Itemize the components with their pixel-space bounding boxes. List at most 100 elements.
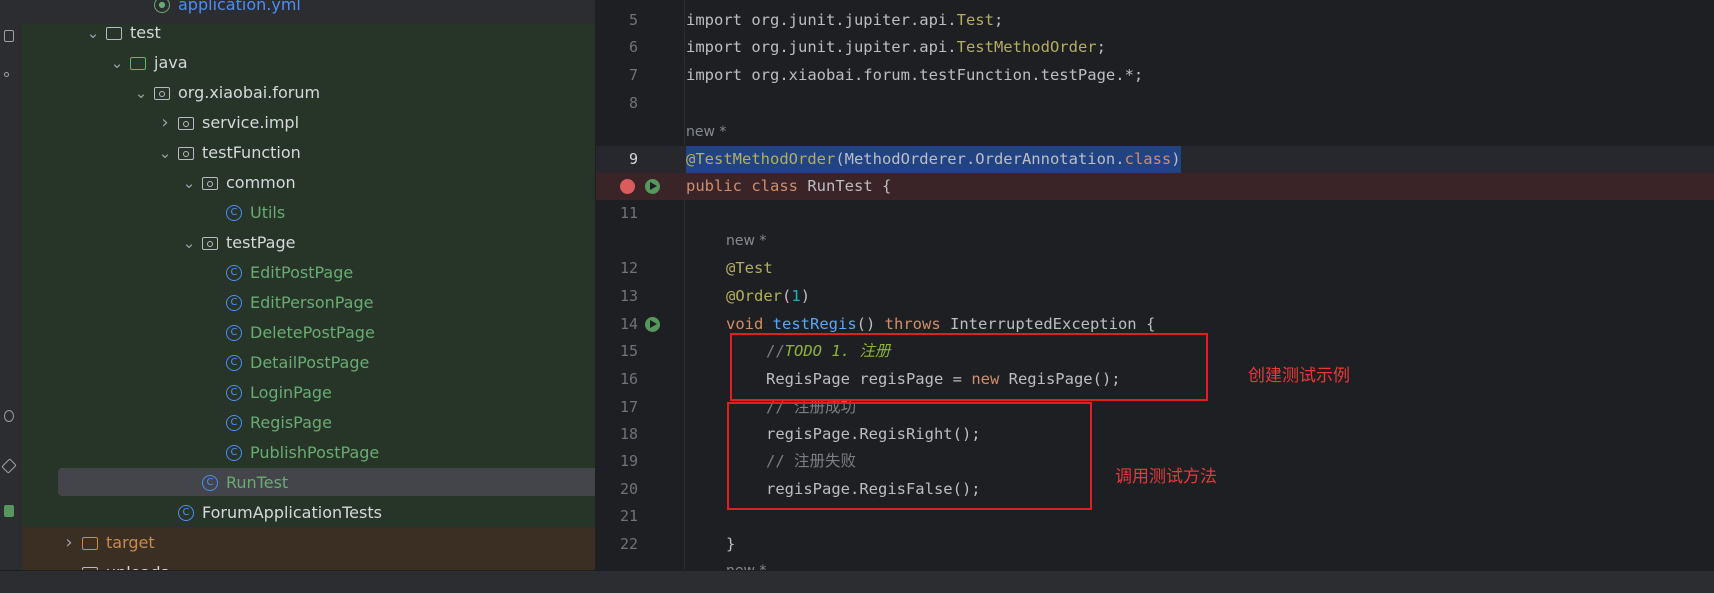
- line-number: 6: [628, 38, 638, 56]
- line-number: 15: [619, 342, 638, 360]
- code-line-11: 11: [596, 200, 1714, 227]
- package-icon: [178, 117, 194, 130]
- run-gutter-icon[interactable]: [645, 179, 660, 194]
- tree-item[interactable]: ⌄ org.xiaobai.forum: [22, 78, 595, 108]
- class-icon: C: [202, 475, 218, 491]
- tree-item[interactable]: › target: [22, 528, 595, 558]
- tree-item[interactable]: C LoginPage: [22, 378, 595, 408]
- git-tool-icon[interactable]: [1, 458, 17, 474]
- tree-item-label: common: [226, 173, 296, 192]
- project-tool-icon[interactable]: [4, 30, 14, 42]
- code-text: RunTest {: [807, 177, 892, 195]
- tree-item[interactable]: ● application.yml: [22, 0, 595, 20]
- author-inlay-hint[interactable]: new *: [686, 119, 726, 146]
- tree-item[interactable]: uploads: [22, 558, 595, 570]
- line-number: 16: [619, 370, 638, 388]
- code-line-12: 12 @Test: [596, 255, 1714, 282]
- tree-item-label: testFunction: [202, 143, 301, 162]
- code-text: ;: [1096, 38, 1106, 56]
- tree-item[interactable]: ⌄ testFunction: [22, 138, 595, 168]
- author-inlay-hint[interactable]: new *: [726, 558, 766, 570]
- tree-item[interactable]: C Utils: [22, 198, 595, 228]
- orange-folder-icon: [82, 537, 98, 550]
- tree-item-label: ForumApplicationTests: [202, 503, 382, 522]
- line-number: 12: [619, 259, 638, 277]
- line-number: 5: [628, 11, 638, 29]
- code-text: }: [726, 535, 736, 553]
- code-text: void: [726, 315, 773, 333]
- green-folder-icon: [130, 57, 146, 70]
- chevron-down-icon[interactable]: ⌄: [86, 18, 100, 48]
- tree-item[interactable]: C EditPersonPage: [22, 288, 595, 318]
- class-icon: C: [226, 385, 242, 401]
- status-bar: [0, 570, 1714, 593]
- code-line-8: 8: [596, 90, 1714, 117]
- code-text: TestMethodOrder: [956, 38, 1097, 56]
- chevron-down-icon[interactable]: ⌄: [158, 138, 172, 168]
- more-tools-icon[interactable]: [4, 72, 9, 77]
- code-text: (MethodOrderer.OrderAnnotation.: [835, 150, 1125, 168]
- inlay-hint-row: new *: [596, 119, 1714, 146]
- tree-item[interactable]: ⌄ testPage: [22, 228, 595, 258]
- code-text: throws: [884, 315, 950, 333]
- author-inlay-hint[interactable]: new *: [726, 228, 766, 255]
- chevron-right-icon[interactable]: ›: [158, 108, 172, 138]
- code-text: class: [1124, 150, 1172, 168]
- line-number: 17: [619, 398, 638, 416]
- tree-item-label: RunTest: [226, 473, 289, 492]
- code-editor[interactable]: 5 import org.junit.jupiter.api.Test; 6 i…: [596, 0, 1714, 570]
- tree-item-label: application.yml: [178, 0, 301, 14]
- tree-item[interactable]: ⌄ java: [22, 48, 595, 78]
- code-text: testRegis: [772, 315, 857, 333]
- chevron-down-icon[interactable]: ⌄: [182, 228, 196, 258]
- chevron-down-icon[interactable]: ⌄: [134, 78, 148, 108]
- tree-item[interactable]: C DeletePostPage: [22, 318, 595, 348]
- class-icon: C: [226, 325, 242, 341]
- run-tool-icon[interactable]: [4, 505, 14, 517]
- tree-item[interactable]: ⌄ common: [22, 168, 595, 198]
- tree-item-label: testPage: [226, 233, 296, 252]
- line-number: 13: [619, 287, 638, 305]
- code-text: Test: [956, 11, 994, 29]
- class-icon: C: [226, 205, 242, 221]
- tree-item-label: org.xiaobai.forum: [178, 83, 321, 102]
- tree-item-label: target: [106, 533, 155, 552]
- tree-item[interactable]: C RunTest: [22, 468, 595, 498]
- code-line-22: 22 }: [596, 531, 1714, 558]
- class-icon: C: [226, 415, 242, 431]
- code-text: @TestMethodOrder: [686, 150, 836, 168]
- code-text: ): [800, 287, 811, 305]
- line-number: 8: [628, 94, 638, 112]
- line-number: 20: [619, 480, 638, 498]
- line-number: 11: [619, 204, 638, 222]
- chevron-right-icon[interactable]: ›: [62, 528, 76, 558]
- run-test-gutter-icon[interactable]: [645, 317, 660, 332]
- services-tool-icon[interactable]: [4, 410, 14, 422]
- tree-item[interactable]: C RegisPage: [22, 408, 595, 438]
- tree-item[interactable]: ⌄ test: [22, 18, 595, 48]
- chevron-down-icon[interactable]: ⌄: [182, 168, 196, 198]
- code-line-10: public class RunTest {: [596, 173, 1714, 200]
- tree-item-label: DeletePostPage: [250, 323, 375, 342]
- package-icon: [202, 237, 218, 250]
- package-icon: [178, 147, 194, 160]
- tree-item-label: uploads: [106, 558, 169, 570]
- annotation-label-create: 创建测试示例: [1248, 366, 1350, 386]
- tree-item[interactable]: › service.impl: [22, 108, 595, 138]
- breakpoint-icon[interactable]: [620, 179, 635, 194]
- tree-item[interactable]: C PublishPostPage: [22, 438, 595, 468]
- tree-item[interactable]: C EditPostPage: [22, 258, 595, 288]
- chevron-down-icon[interactable]: ⌄: [110, 48, 124, 78]
- tree-item-label: LoginPage: [250, 383, 332, 402]
- tree-item-label: test: [130, 23, 161, 42]
- line-number: 18: [619, 425, 638, 443]
- package-icon: [154, 87, 170, 100]
- code-text: import org.junit.jupiter.api.: [686, 38, 957, 56]
- tree-item-label: Utils: [250, 203, 286, 222]
- tree-item[interactable]: C DetailPostPage: [22, 348, 595, 378]
- project-tool-window: ● application.yml ⌄ test ⌄ java ⌄ org.xiaobai.f…: [22, 0, 595, 570]
- tree-item[interactable]: C ForumApplicationTests: [22, 498, 595, 528]
- code-text: ;: [993, 11, 1004, 29]
- tree-item-label: RegisPage: [250, 413, 332, 432]
- annotation-box-create: [730, 333, 1208, 401]
